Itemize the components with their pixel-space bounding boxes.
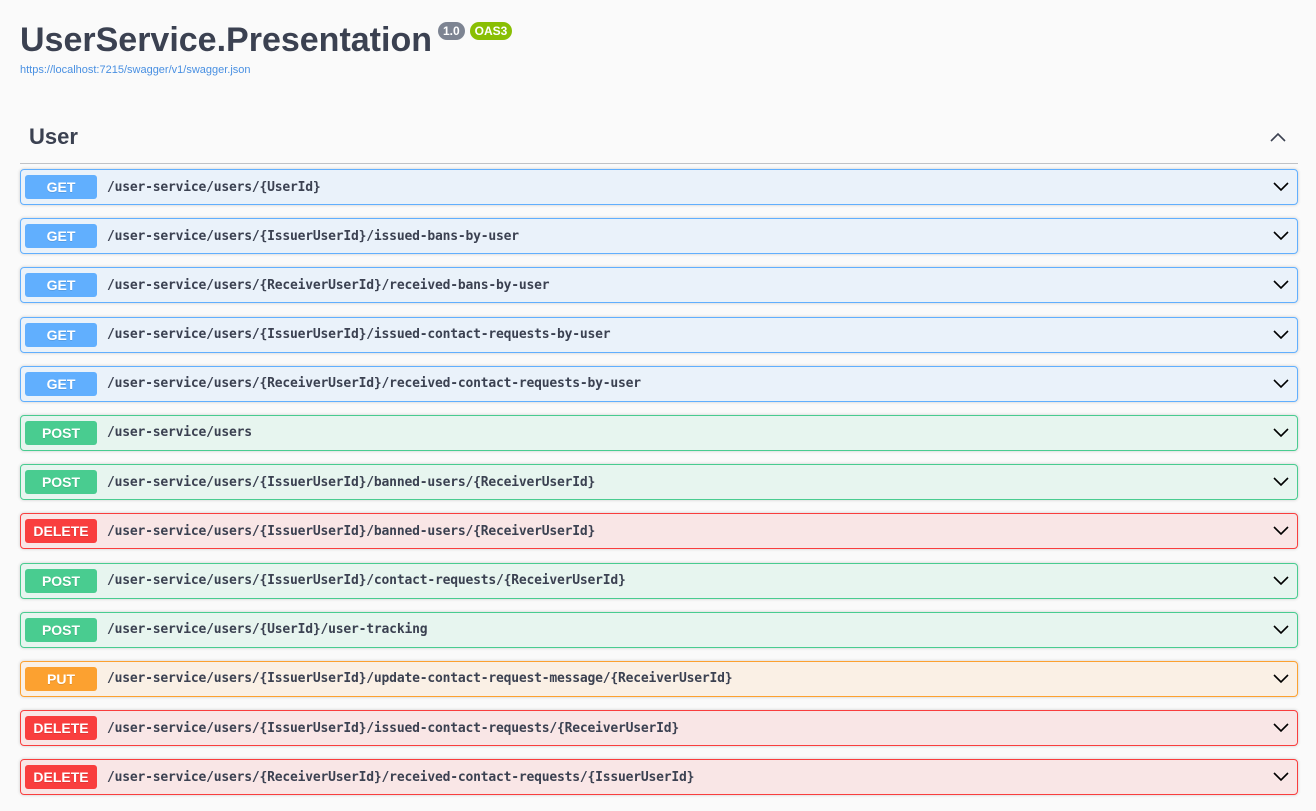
operations-list: GET/user-service/users/{UserId} GET/user-…: [20, 169, 1298, 796]
swagger-page: UserService.Presentation 1.0 OAS3 https:…: [0, 0, 1316, 811]
chevron-down-icon[interactable]: [1271, 718, 1291, 738]
chevron-down-icon[interactable]: [1271, 472, 1291, 492]
chevron-down-icon[interactable]: [1271, 325, 1291, 345]
method-badge: DELETE: [25, 519, 97, 544]
operation-delete-row[interactable]: DELETE/user-service/users/{ReceiverUserI…: [20, 759, 1298, 796]
operation-get-row[interactable]: GET/user-service/users/{UserId}: [20, 169, 1298, 205]
operation-path: /user-service/users/{IssuerUserId}/issue…: [107, 327, 611, 343]
tag-header[interactable]: User: [20, 110, 1298, 164]
operation-path: /user-service/users/{ReceiverUserId}/rec…: [107, 376, 641, 392]
chevron-down-icon[interactable]: [1271, 669, 1291, 689]
operation-get-row[interactable]: GET/user-service/users/{IssuerUserId}/is…: [20, 316, 1298, 353]
operation-delete-row[interactable]: DELETE/user-service/users/{IssuerUserId}…: [20, 513, 1298, 550]
operation-get-row[interactable]: GET/user-service/users/{ReceiverUserId}/…: [20, 267, 1298, 304]
chevron-down-icon[interactable]: [1271, 620, 1291, 640]
method-badge: POST: [25, 470, 97, 495]
chevron-down-icon[interactable]: [1271, 275, 1291, 295]
chevron-down-icon[interactable]: [1271, 177, 1291, 197]
chevron-down-icon[interactable]: [1271, 374, 1291, 394]
chevron-up-icon[interactable]: [1268, 127, 1288, 147]
operation-path: /user-service/users/{IssuerUserId}/issue…: [107, 228, 519, 244]
operation-put-row[interactable]: PUT/user-service/users/{IssuerUserId}/up…: [20, 660, 1298, 697]
operation-path: /user-service/users/{UserId}: [107, 179, 321, 195]
api-title: UserService.Presentation: [20, 21, 432, 59]
operation-get-row[interactable]: GET/user-service/users/{IssuerUserId}/is…: [20, 218, 1298, 255]
method-badge: GET: [25, 371, 97, 396]
operation-path: /user-service/users/{UserId}/user-tracki…: [107, 622, 428, 638]
tag-section-user: User GET/user-service/users/{UserId} GET /…: [20, 110, 1298, 796]
operation-path: /user-service/users/{ReceiverUserId}/rec…: [107, 277, 550, 293]
operation-post-row[interactable]: POST/user-service/users: [20, 414, 1298, 451]
operation-post-row[interactable]: POST/user-service/users/{IssuerUserId}/b…: [20, 464, 1298, 501]
operation-get-row[interactable]: GET/user-service/users/{ReceiverUserId}/…: [20, 365, 1298, 402]
operation-delete-row[interactable]: DELETE/user-service/users/{IssuerUserId}…: [20, 710, 1298, 747]
oas-badge: OAS3: [469, 22, 513, 40]
chevron-down-icon[interactable]: [1271, 571, 1291, 591]
operation-path: /user-service/users/{IssuerUserId}/issue…: [107, 720, 679, 736]
chevron-down-icon[interactable]: [1271, 767, 1291, 787]
operation-path: /user-service/users: [107, 425, 252, 441]
operation-path: /user-service/users/{ReceiverUserId}/rec…: [107, 769, 695, 785]
method-badge: POST: [25, 617, 97, 642]
operation-path: /user-service/users/{IssuerUserId}/updat…: [107, 671, 733, 687]
api-info: UserService.Presentation 1.0 OAS3 https:…: [20, 0, 1298, 110]
operation-path: /user-service/users/{IssuerUserId}/conta…: [107, 573, 626, 588]
chevron-down-icon[interactable]: [1271, 521, 1291, 541]
method-badge: GET: [25, 273, 97, 298]
method-badge: PUT: [25, 666, 97, 691]
method-badge: DELETE: [25, 765, 97, 790]
operation-path: /user-service/users/{IssuerUserId}/banne…: [107, 523, 596, 539]
chevron-down-icon[interactable]: [1271, 226, 1291, 246]
version-badge: 1.0: [437, 22, 465, 40]
tag-name: User: [29, 123, 78, 149]
method-badge: POST: [25, 420, 97, 445]
method-badge: GET: [25, 175, 97, 199]
operation-post-row[interactable]: POST/user-service/users/{UserId}/user-tr…: [20, 611, 1298, 648]
title-row: UserService.Presentation 1.0 OAS3: [20, 20, 1298, 60]
method-badge: GET: [25, 224, 97, 249]
operation-post-row[interactable]: POST/user-service/users/{IssuerUserId}/c…: [20, 562, 1298, 599]
method-badge: DELETE: [25, 716, 97, 741]
operation-path: /user-service/users/{IssuerUserId}/banne…: [107, 474, 596, 490]
method-badge: GET: [25, 322, 97, 347]
spec-url-link[interactable]: https://localhost:7215/swagger/v1/swagge…: [20, 64, 251, 76]
chevron-down-icon[interactable]: [1271, 423, 1291, 443]
method-badge: POST: [25, 568, 97, 593]
